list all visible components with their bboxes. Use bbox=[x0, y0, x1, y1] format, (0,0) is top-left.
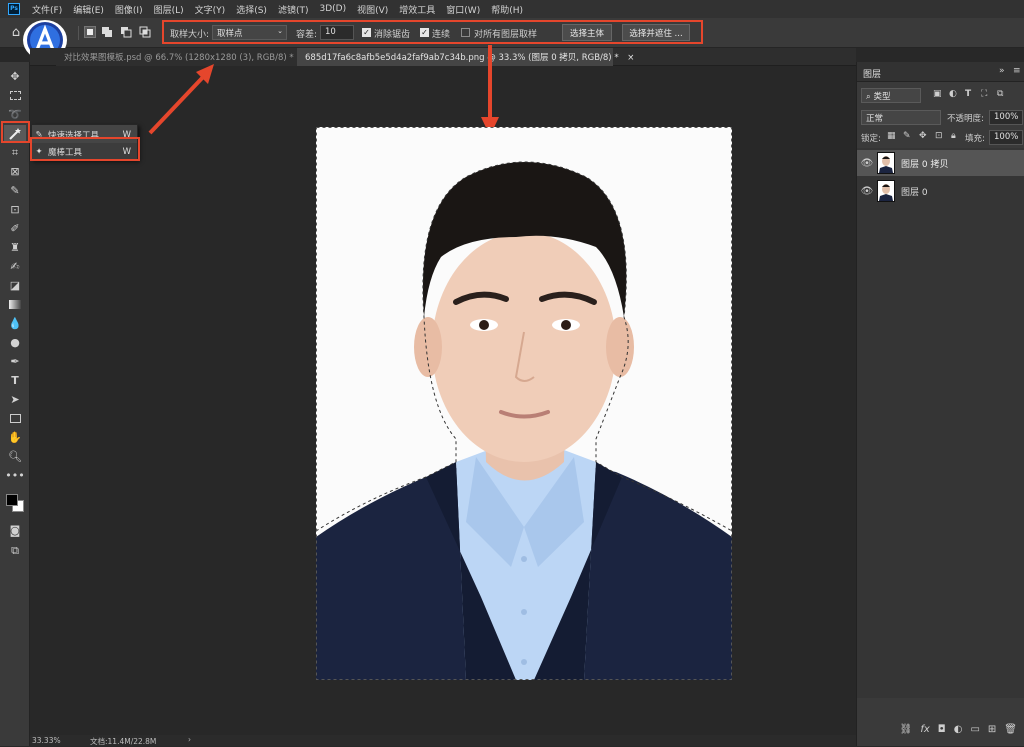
collapse-icon[interactable]: » bbox=[999, 66, 1005, 76]
layer-row[interactable]: 👁︎ 图层 0 bbox=[857, 178, 1024, 204]
layer-name: 图层 0 拷贝 bbox=[901, 159, 949, 170]
layers-panel-title: 图层 bbox=[863, 70, 882, 80]
adjustment-icon[interactable]: ◐ bbox=[954, 724, 963, 735]
layer-thumbnail bbox=[877, 180, 895, 202]
opacity-label: 不透明度: bbox=[947, 114, 984, 124]
fill-label: 填充: bbox=[965, 134, 985, 144]
layers-bottom-bar: ⛓ fx ◘ ◐ ▭ ⊞ 🗑︎ bbox=[857, 718, 1024, 740]
panel-menu-icon[interactable]: ≡ bbox=[1013, 66, 1021, 76]
status-arrow-icon[interactable]: › bbox=[188, 735, 191, 744]
lock-transparent-icon[interactable]: ▦ bbox=[887, 131, 896, 141]
type-filter-icon[interactable]: T bbox=[965, 89, 971, 99]
doc-size: 文档:11.4M/22.8M bbox=[90, 737, 157, 746]
folder-icon[interactable]: ▭ bbox=[970, 724, 979, 735]
smart-filter-icon[interactable]: ⧉ bbox=[997, 89, 1003, 99]
lock-artboard-icon[interactable]: ⊡ bbox=[935, 131, 943, 141]
adjustment-filter-icon[interactable]: ◐ bbox=[949, 89, 957, 99]
search-icon: ⌕ bbox=[866, 92, 871, 102]
layer-filter-value: 类型 bbox=[873, 92, 891, 102]
layer-thumbnail bbox=[877, 152, 895, 174]
new-layer-icon[interactable]: ⊞ bbox=[988, 724, 996, 735]
status-bar: 33.33% 文档:11.4M/22.8M › bbox=[30, 735, 856, 746]
layer-filter-select[interactable]: ⌕ 类型 bbox=[861, 88, 921, 103]
layers-panel: 图层 » ≡ ⌕ 类型 ▣ ◐ T ⛶ ⧉ 正常 不透明度: 100% 锁定: … bbox=[856, 62, 1024, 746]
document-canvas[interactable] bbox=[316, 127, 732, 680]
zoom-level[interactable]: 33.33% bbox=[32, 736, 61, 745]
trash-icon[interactable]: 🗑︎ bbox=[1004, 724, 1017, 735]
fx-icon[interactable]: fx bbox=[920, 724, 929, 735]
lock-position-icon[interactable]: ✥ bbox=[919, 131, 927, 141]
layer-name: 图层 0 bbox=[901, 187, 928, 198]
blend-mode-select[interactable]: 正常 bbox=[861, 110, 941, 125]
lock-all-icon[interactable]: 🔒︎ bbox=[951, 131, 956, 141]
fill-input[interactable]: 100% bbox=[989, 130, 1023, 145]
layer-row[interactable]: 👁︎ 图层 0 拷贝 bbox=[857, 150, 1024, 176]
mask-icon[interactable]: ◘ bbox=[938, 724, 946, 735]
layer-list: 👁︎ 图层 0 拷贝 👁︎ 图层 0 bbox=[857, 148, 1024, 698]
shape-filter-icon[interactable]: ⛶ bbox=[981, 89, 987, 99]
blend-mode-value: 正常 bbox=[866, 114, 884, 124]
opacity-input[interactable]: 100% bbox=[989, 110, 1023, 125]
link-icon[interactable]: ⛓ bbox=[900, 724, 913, 735]
portrait-photo bbox=[316, 127, 732, 680]
lock-pixels-icon[interactable]: ✎ bbox=[903, 131, 911, 141]
eye-icon[interactable]: 👁︎ bbox=[857, 186, 877, 197]
lock-label: 锁定: bbox=[861, 134, 881, 144]
pixel-filter-icon[interactable]: ▣ bbox=[933, 89, 942, 99]
eye-icon[interactable]: 👁︎ bbox=[857, 158, 877, 169]
